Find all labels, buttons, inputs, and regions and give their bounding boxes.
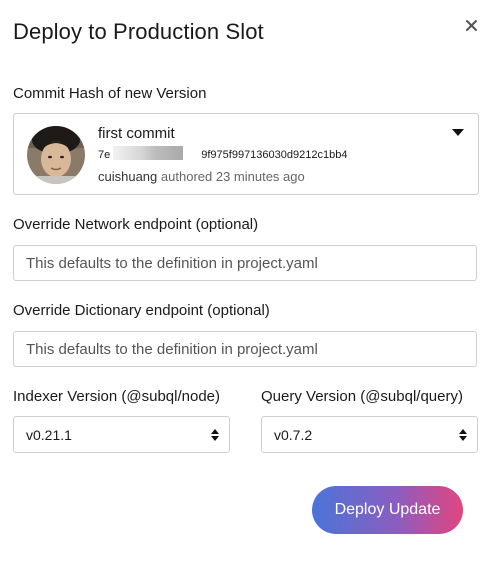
- commit-message: first commit: [98, 125, 175, 142]
- close-icon: [466, 20, 477, 31]
- query-version-select[interactable]: v0.7.2: [261, 416, 478, 453]
- sort-arrows-icon: [459, 429, 467, 441]
- indexer-version-label: Indexer Version (@subql/node): [13, 388, 221, 405]
- deploy-update-button[interactable]: Deploy Update: [312, 486, 463, 534]
- query-version-value: v0.7.2: [274, 427, 313, 443]
- commit-hash-select[interactable]: first commit 7e 9f975f997136030d9212c1bb4…: [13, 113, 479, 195]
- close-button[interactable]: [462, 16, 482, 36]
- dictionary-endpoint-input[interactable]: [13, 331, 477, 367]
- query-version-label: Query Version (@subql/query): [261, 388, 463, 405]
- network-endpoint-label: Override Network endpoint (optional): [13, 216, 259, 233]
- commit-hash-label: Commit Hash of new Version: [13, 85, 207, 102]
- dialog-title: Deploy to Production Slot: [13, 19, 264, 44]
- commit-hash-suffix: 9f975f997136030d9212c1bb4: [201, 149, 348, 161]
- indexer-version-select[interactable]: v0.21.1: [13, 416, 230, 453]
- commit-author: cuishuang: [98, 169, 158, 184]
- deploy-dialog: Deploy to Production Slot Commit Hash of…: [0, 0, 490, 564]
- indexer-version-value: v0.21.1: [26, 427, 72, 443]
- commit-hash-prefix: 7e: [98, 149, 111, 161]
- network-endpoint-input[interactable]: [13, 245, 477, 281]
- commit-meta: cuishuang authored 23 minutes ago: [98, 169, 305, 184]
- dictionary-endpoint-label: Override Dictionary endpoint (optional): [13, 302, 270, 319]
- commit-time: authored 23 minutes ago: [160, 169, 305, 184]
- sort-arrows-icon: [211, 429, 219, 441]
- avatar: [27, 126, 85, 184]
- redacted-hash: [113, 146, 183, 160]
- chevron-down-icon: [452, 129, 464, 136]
